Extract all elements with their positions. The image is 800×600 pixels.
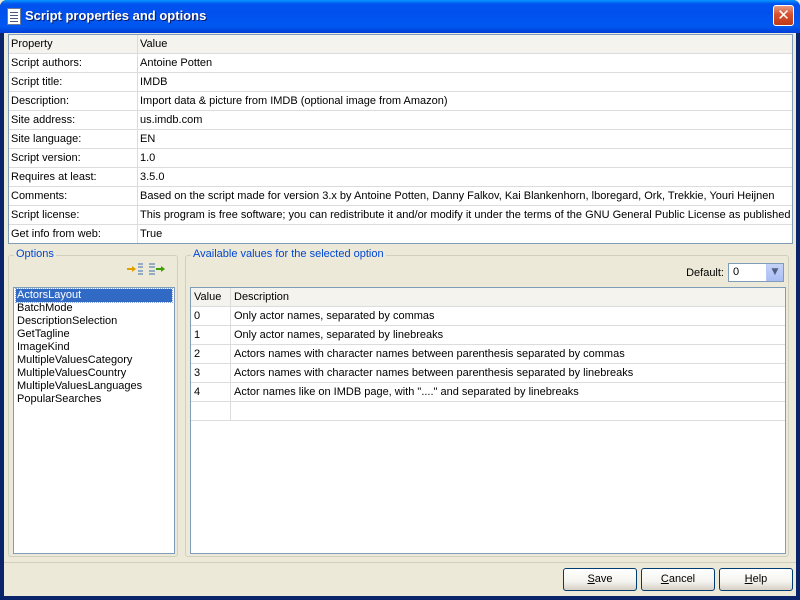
property-row[interactable]: Script title: IMDB [9, 73, 792, 92]
empty-description-cell [232, 402, 785, 420]
property-name: Script authors: [9, 54, 138, 72]
values-rows: 0 Only actor names, separated by commas 1 O… [191, 307, 785, 402]
property-value[interactable]: us.imdb.com [139, 111, 792, 129]
property-name: Script version: [9, 149, 138, 167]
default-label: Default: [686, 267, 724, 279]
window-title: Script properties and options [25, 8, 207, 23]
help-accelerator: H [744, 573, 753, 585]
property-value[interactable]: Import data & picture from IMDB (optiona… [139, 92, 792, 110]
property-value[interactable]: This program is free software; you can r… [139, 206, 792, 224]
property-name: Requires at least: [9, 168, 138, 186]
property-value[interactable]: 1.0 [139, 149, 792, 167]
column-header-property[interactable]: Property [9, 35, 138, 53]
option-item[interactable]: ImageKind [16, 341, 172, 354]
value-cell: 0 [191, 307, 231, 325]
property-name: Comments: [9, 187, 138, 205]
option-item[interactable]: MultipleValuesLanguages [16, 380, 172, 393]
option-item[interactable]: MultipleValuesCountry [16, 367, 172, 380]
expand-arrow-icon[interactable] [148, 262, 166, 276]
column-header-value[interactable]: Value [139, 35, 792, 53]
properties-grid[interactable]: Property Value Script authors: Antoine Po… [8, 34, 793, 244]
value-row[interactable]: 2 Actors names with character names betwe… [191, 345, 785, 364]
collapse-arrow-icon[interactable] [126, 262, 144, 276]
property-value[interactable]: IMDB [139, 73, 792, 91]
property-name: Site address: [9, 111, 138, 129]
dialog-window: Script properties and options ✕ Property… [0, 0, 800, 600]
option-item[interactable]: BatchMode [16, 302, 172, 315]
close-button[interactable]: ✕ [773, 5, 794, 26]
close-icon: ✕ [777, 6, 790, 24]
property-row[interactable]: Script version: 1.0 [9, 149, 792, 168]
default-select[interactable]: 0 ▼ [728, 263, 784, 282]
option-item[interactable]: GetTagline [16, 328, 172, 341]
description-cell: Only actor names, separated by commas [234, 310, 435, 322]
options-group-label: Options [14, 248, 56, 260]
divider [4, 562, 796, 563]
chevron-down-icon[interactable]: ▼ [766, 264, 783, 281]
options-group: Options ActorsLayout BatchMode Description… [8, 248, 178, 557]
property-row[interactable]: Script authors: Antoine Potten [9, 54, 792, 73]
property-name: Script title: [9, 73, 138, 91]
values-header: Value Description [191, 288, 785, 307]
option-item[interactable]: ActorsLayout [15, 288, 173, 303]
option-item[interactable]: MultipleValuesCategory [16, 354, 172, 367]
property-value[interactable]: Antoine Potten [139, 54, 792, 72]
value-row[interactable]: 4 Actor names like on IMDB page, with "..… [191, 383, 785, 402]
property-name: Description: [9, 92, 138, 110]
properties-header: Property Value [9, 35, 792, 54]
value-cell: 2 [191, 345, 231, 363]
property-row[interactable]: Get info from web: True [9, 225, 792, 243]
title-bar[interactable]: Script properties and options ✕ [0, 0, 800, 33]
save-label: ave [594, 573, 613, 585]
property-row[interactable]: Site language: EN [9, 130, 792, 149]
description-cell: Only actor names, separated by linebreak… [234, 329, 444, 341]
property-value[interactable]: Based on the script made for version 3.x… [139, 187, 792, 205]
value-row[interactable]: 1 Only actor names, separated by linebrea… [191, 326, 785, 345]
help-label: elp [752, 573, 768, 585]
property-row[interactable]: Description: Import data & picture from I… [9, 92, 792, 111]
values-grid[interactable]: Value Description 0 Only actor names, sep… [190, 287, 786, 554]
property-row[interactable]: Site address: us.imdb.com [9, 111, 792, 130]
value-cell: 4 [191, 383, 231, 401]
empty-value-cell [191, 402, 231, 420]
description-cell: Actors names with character names betwee… [234, 367, 634, 379]
values-empty-row[interactable] [191, 402, 785, 421]
description-cell: Actors names with character names betwee… [234, 348, 625, 360]
cancel-label: ancel [668, 573, 696, 585]
property-row[interactable]: Script license: This program is free soft… [9, 206, 792, 225]
available-values-group: Available values for the selected option… [185, 248, 789, 557]
property-row[interactable]: Requires at least: 3.5.0 [9, 168, 792, 187]
column-header-value[interactable]: Value [191, 288, 231, 306]
value-row[interactable]: 3 Actors names with character names betwe… [191, 364, 785, 383]
available-values-label: Available values for the selected option [191, 248, 386, 260]
value-cell: 1 [191, 326, 231, 344]
options-list[interactable]: ActorsLayout BatchMode DescriptionSelectio… [13, 287, 175, 554]
save-button[interactable]: Save [563, 568, 637, 591]
value-cell: 3 [191, 364, 231, 382]
description-cell: Actor names like on IMDB page, with "...… [234, 386, 579, 398]
value-row[interactable]: 0 Only actor names, separated by commas [191, 307, 785, 326]
property-value[interactable]: EN [139, 130, 792, 148]
cancel-button[interactable]: Cancel [641, 568, 715, 591]
property-name: Script license: [9, 206, 138, 224]
property-value[interactable]: 3.5.0 [139, 168, 792, 186]
option-item[interactable]: PopularSearches [16, 393, 172, 406]
dialog-body: Property Value Script authors: Antoine Po… [4, 33, 796, 596]
save-accelerator: S [587, 573, 595, 585]
help-button[interactable]: Help [719, 568, 793, 591]
property-row[interactable]: Comments: Based on the script made for ve… [9, 187, 792, 206]
option-item[interactable]: DescriptionSelection [16, 315, 172, 328]
column-header-description[interactable]: Description [232, 288, 785, 306]
cancel-accelerator: C [660, 573, 669, 585]
property-name: Site language: [9, 130, 138, 148]
script-document-icon [7, 8, 21, 25]
properties-rows: Script authors: Antoine Potten Script titl… [9, 54, 792, 243]
property-name: Get info from web: [9, 225, 138, 243]
property-value[interactable]: True [139, 225, 792, 243]
default-select-value: 0 [733, 266, 740, 278]
